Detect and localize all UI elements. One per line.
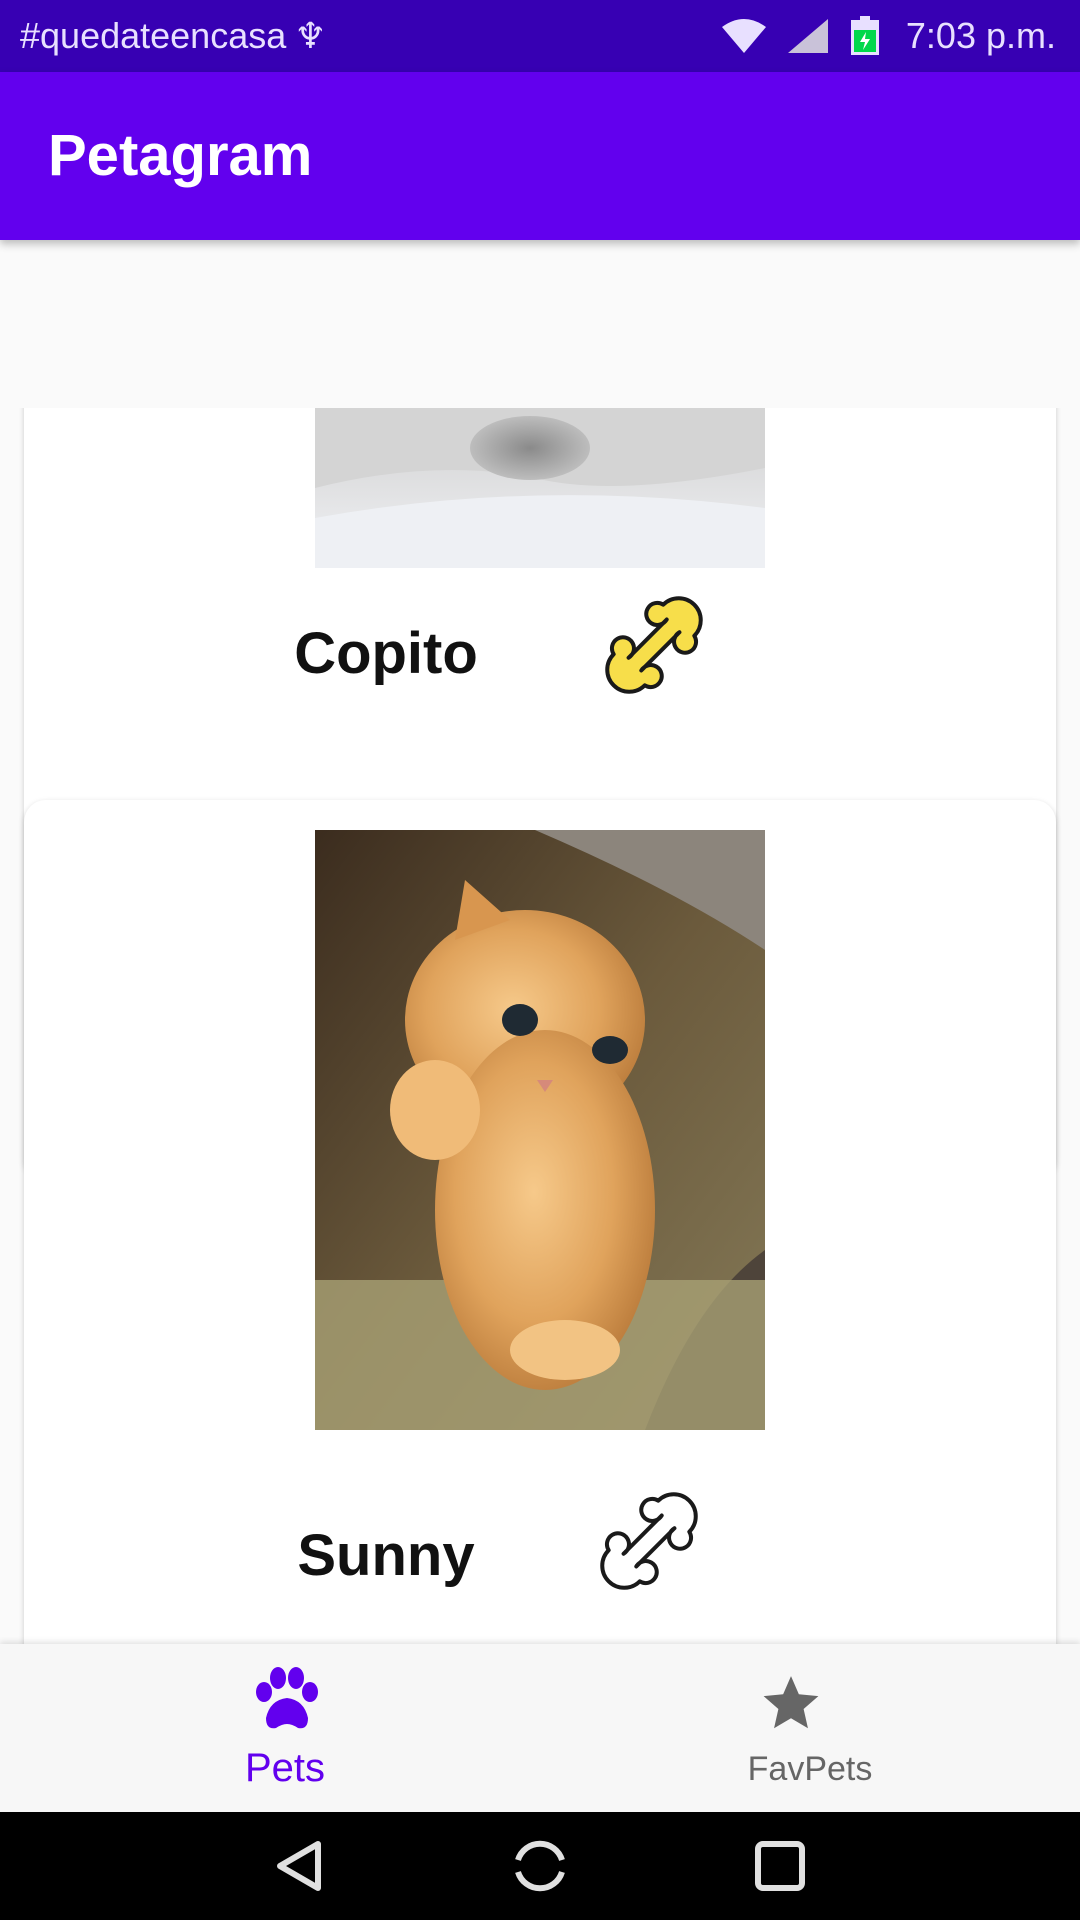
pet-list[interactable]: Copito Sunny xyxy=(0,408,1080,1644)
status-left: #quedateencasa ♆ xyxy=(20,0,327,72)
nav-label-pets: Pets xyxy=(245,1746,326,1790)
home-icon[interactable] xyxy=(510,1836,570,1896)
bone-icon[interactable] xyxy=(599,590,709,700)
pet-name: Copito xyxy=(294,621,478,686)
nav-item-pets[interactable]: Pets xyxy=(0,1644,540,1812)
back-icon[interactable] xyxy=(270,1836,330,1896)
bone-icon[interactable] xyxy=(594,1486,704,1596)
nav-item-favpets[interactable]: FavPets xyxy=(540,1644,1080,1812)
bottom-navigation: Pets FavPets xyxy=(0,1644,1080,1812)
usb-icon: ♆ xyxy=(294,16,327,57)
wifi-icon xyxy=(721,19,766,53)
pet-photo xyxy=(315,408,765,568)
nav-label-favpets: FavPets xyxy=(747,1750,873,1788)
status-right: 7:03 p.m. xyxy=(721,0,1056,72)
status-hashtag: #quedateencasa xyxy=(20,15,287,56)
paw-icon xyxy=(256,1667,318,1729)
status-icons xyxy=(721,16,880,56)
pet-card: Sunny xyxy=(24,800,1056,1644)
status-time: 7:03 p.m. xyxy=(905,15,1056,56)
recents-icon[interactable] xyxy=(750,1836,810,1896)
signal-icon xyxy=(787,19,828,53)
system-navigation-bar xyxy=(0,1812,1080,1920)
battery-charging-icon xyxy=(850,16,879,55)
pet-name: Sunny xyxy=(297,1523,475,1588)
app-title: Petagram xyxy=(48,123,313,188)
pet-photo xyxy=(315,830,765,1430)
app-bar: Petagram xyxy=(0,72,1080,240)
star-icon xyxy=(763,1676,819,1729)
status-bar: #quedateencasa ♆ 7:03 p.m. xyxy=(0,0,1080,72)
